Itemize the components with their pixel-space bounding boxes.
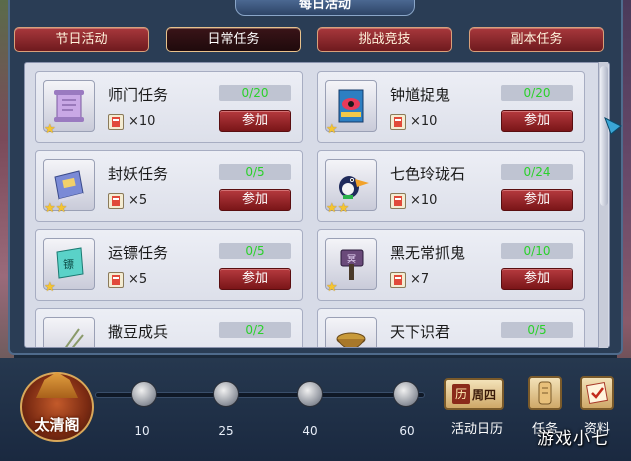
star-rating: ★ bbox=[326, 123, 338, 136]
join-button[interactable]: 参加 bbox=[501, 268, 573, 290]
activity-calendar-button[interactable]: 历 周四 bbox=[444, 378, 504, 410]
milestone-label: 10 bbox=[134, 424, 150, 438]
task-card: 撒豆成兵 0/2 bbox=[35, 308, 303, 347]
reward-count: ×5 bbox=[128, 193, 148, 208]
watermark-text: 游戏小七 bbox=[537, 429, 609, 449]
task-progress: 0/5 bbox=[501, 322, 573, 338]
milestone-chest-icon[interactable] bbox=[213, 381, 239, 407]
task-card: ★ 钟馗捉鬼 0/20 ×10 参加 bbox=[317, 71, 585, 143]
join-button[interactable]: 参加 bbox=[501, 110, 573, 132]
star-icon: ★ bbox=[326, 201, 338, 216]
task-name: 七色玲珑石 bbox=[390, 165, 466, 183]
reward-scroll-icon bbox=[108, 114, 124, 130]
checklist-button[interactable] bbox=[580, 376, 614, 410]
task-list: ★ 师门任务 0/20 ×10 参加 ★ 钟馗捉鬼 0/20 ×10 参加 ★ ★… bbox=[24, 62, 610, 348]
reward-count: ×7 bbox=[410, 272, 430, 287]
task-name: 天下识君 bbox=[390, 323, 451, 341]
reward-count: ×5 bbox=[128, 272, 148, 287]
reward-scroll-icon bbox=[390, 114, 406, 130]
task-card: 镖 ★ 运镖任务 0/5 ×5 参加 bbox=[35, 229, 303, 301]
task-card: 天下识君 0/5 bbox=[317, 308, 585, 347]
beans-icon bbox=[43, 317, 95, 347]
task-card: ★ ★ 七色玲珑石 0/24 ×10 参加 bbox=[317, 150, 585, 222]
join-button[interactable]: 参加 bbox=[219, 110, 291, 132]
calendar-icon: 历 bbox=[451, 384, 470, 404]
star-icon: ★ bbox=[44, 122, 56, 137]
reward-count: ×10 bbox=[410, 114, 438, 129]
task-progress: 0/20 bbox=[501, 85, 573, 101]
milestone-chest-icon[interactable] bbox=[131, 381, 157, 407]
reward-count: ×10 bbox=[410, 193, 438, 208]
task-card: ★ ★ 封妖任务 0/5 ×5 参加 bbox=[35, 150, 303, 222]
task-name: 钟馗捉鬼 bbox=[390, 86, 451, 104]
task-progress: 0/24 bbox=[501, 164, 573, 180]
calendar-label: 活动日历 bbox=[450, 422, 503, 437]
star-rating: ★ ★ bbox=[44, 202, 67, 215]
join-button[interactable]: 参加 bbox=[501, 189, 573, 211]
join-button[interactable]: 参加 bbox=[219, 189, 291, 211]
calendar-day: 周四 bbox=[471, 387, 496, 402]
milestone-label: 25 bbox=[218, 424, 234, 438]
list-scrollbar[interactable] bbox=[598, 62, 608, 348]
star-icon: ★ bbox=[337, 201, 350, 216]
reward-scroll-icon bbox=[108, 272, 124, 288]
milestone-label: 40 bbox=[302, 424, 318, 438]
tab-challenge[interactable]: 挑战竞技 bbox=[317, 27, 452, 52]
task-name: 黑无常抓鬼 bbox=[390, 244, 466, 262]
reward-count: ×10 bbox=[128, 114, 156, 129]
building-label: 太清阁 bbox=[34, 416, 80, 434]
tab-bar: 节日活动 日常任务 挑战竞技 副本任务 bbox=[14, 27, 606, 53]
star-icon: ★ bbox=[44, 280, 56, 295]
task-progress: 0/5 bbox=[219, 164, 291, 180]
milestone-chest-icon[interactable] bbox=[297, 381, 323, 407]
join-button[interactable]: 参加 bbox=[219, 268, 291, 290]
task-progress: 0/10 bbox=[501, 243, 573, 259]
reward-scroll-icon bbox=[390, 272, 406, 288]
star-rating: ★ ★ bbox=[326, 202, 349, 215]
milestone-chest-icon[interactable] bbox=[393, 381, 419, 407]
feather-icon[interactable] bbox=[603, 114, 625, 136]
task-name: 师门任务 bbox=[108, 86, 169, 104]
task-name: 撒豆成兵 bbox=[108, 323, 169, 341]
star-icon: ★ bbox=[326, 122, 338, 137]
svg-text:冥: 冥 bbox=[347, 254, 356, 265]
reward-scroll-icon bbox=[390, 193, 406, 209]
task-card: ★ 师门任务 0/20 ×10 参加 bbox=[35, 71, 303, 143]
bowl-icon bbox=[325, 317, 377, 347]
task-progress: 0/20 bbox=[219, 85, 291, 101]
milestone-label: 60 bbox=[399, 424, 415, 438]
task-progress: 0/5 bbox=[219, 243, 291, 259]
window-title: 每日活动 bbox=[235, 0, 415, 16]
star-icon: ★ bbox=[44, 201, 56, 216]
reward-scroll-icon bbox=[108, 193, 124, 209]
star-rating: ★ bbox=[44, 281, 56, 294]
task-name: 封妖任务 bbox=[108, 165, 169, 183]
task-card: 冥 ★ 黑无常抓鬼 0/10 ×7 参加 bbox=[317, 229, 585, 301]
task-name: 运镖任务 bbox=[108, 244, 169, 262]
tab-daily[interactable]: 日常任务 bbox=[166, 27, 301, 52]
svg-text:镖: 镖 bbox=[63, 257, 74, 271]
tab-festival[interactable]: 节日活动 bbox=[14, 27, 149, 52]
star-icon: ★ bbox=[55, 201, 68, 216]
task-progress: 0/2 bbox=[219, 322, 291, 338]
task-scroll-button[interactable] bbox=[528, 376, 562, 410]
star-rating: ★ bbox=[44, 123, 56, 136]
tab-dungeon[interactable]: 副本任务 bbox=[469, 27, 604, 52]
star-rating: ★ bbox=[326, 281, 338, 294]
star-icon: ★ bbox=[326, 280, 338, 295]
